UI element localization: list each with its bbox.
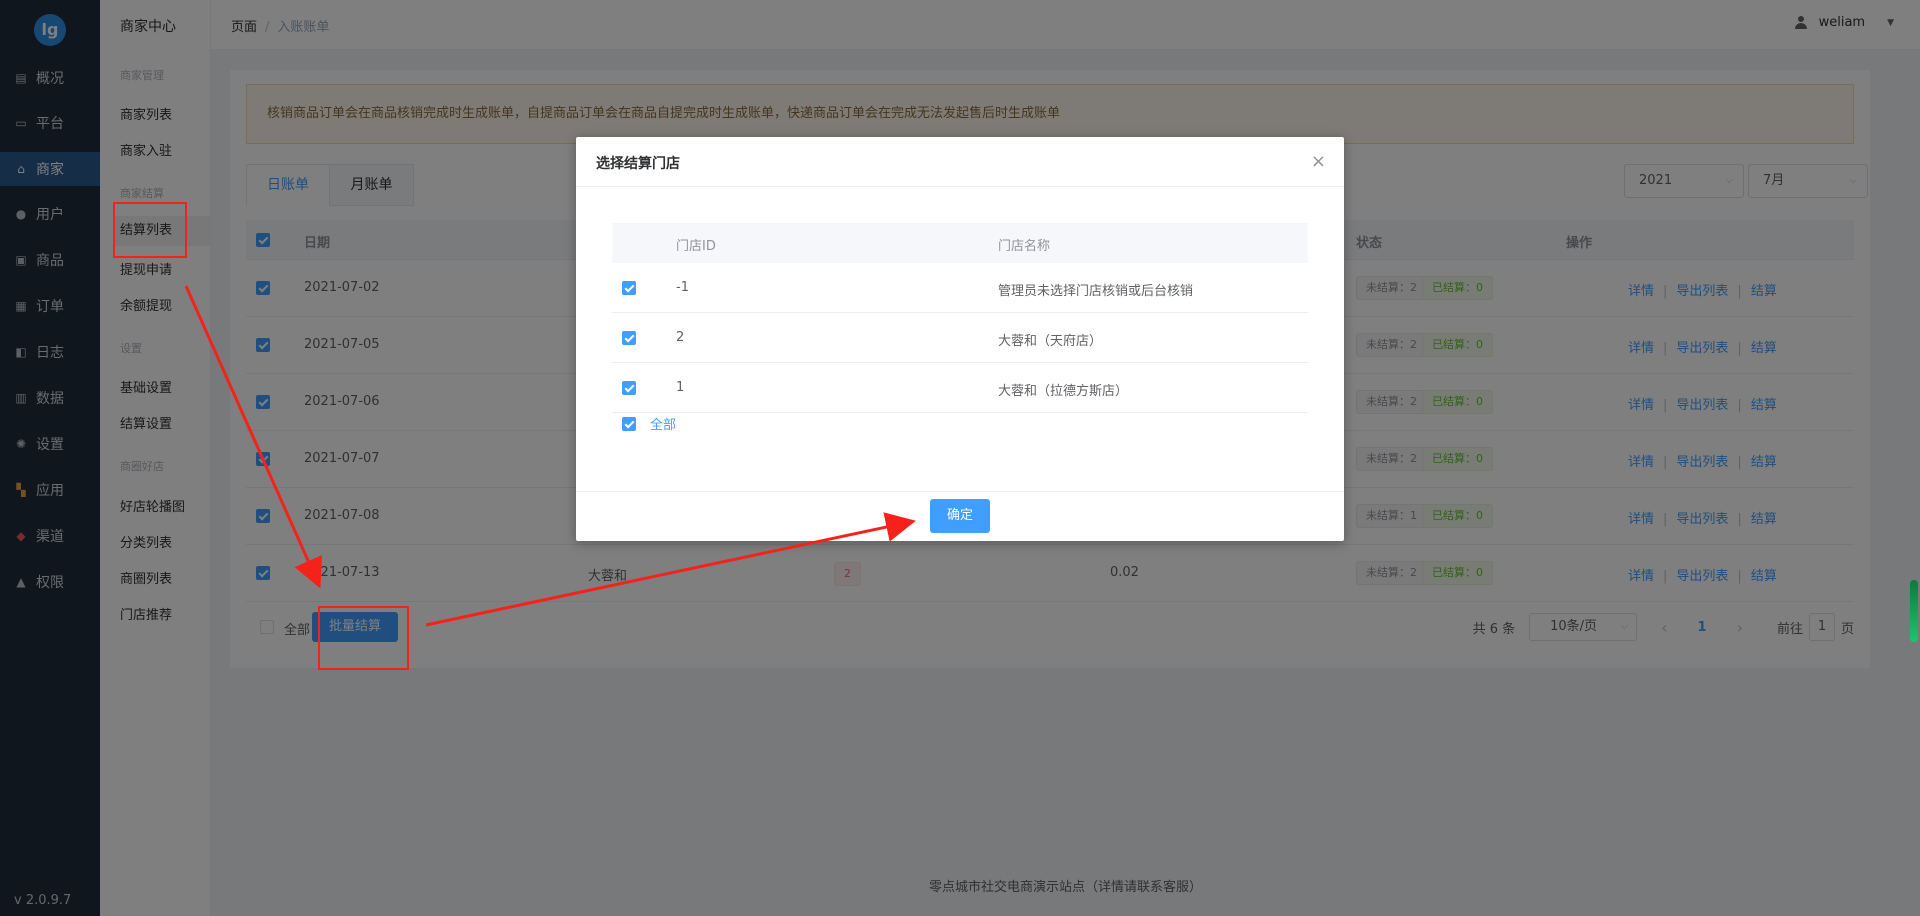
store-row: -1 管理员未选择门店核销或后台核销 <box>612 263 1308 313</box>
store-name: 大蓉和（拉德方斯店） <box>998 384 1129 399</box>
select-store-dialog: 选择结算门店 × 门店ID 门店名称 -1 管理员未选择门店核销或后台核销 2 … <box>576 137 1344 541</box>
annotation-box-batch-button <box>318 606 409 670</box>
store-row: 1 大蓉和（拉德方斯店） <box>612 363 1308 413</box>
store-id: 2 <box>676 330 685 345</box>
store-checkbox[interactable] <box>622 281 636 295</box>
annotation-box-settle-list <box>113 202 187 258</box>
store-id: -1 <box>676 280 689 295</box>
store-row: 2 大蓉和（天府店） <box>612 313 1308 363</box>
dialog-select-all[interactable]: 全部 <box>612 414 676 433</box>
dialog-select-all-checkbox[interactable] <box>622 416 636 431</box>
store-id: 1 <box>676 380 685 395</box>
dialog-select-all-label: 全部 <box>650 418 677 433</box>
store-table-header: 门店ID 门店名称 <box>612 223 1308 263</box>
scrollbar-thumb[interactable] <box>1910 580 1918 642</box>
confirm-button[interactable]: 确定 <box>930 499 990 533</box>
dialog-footer: 确定 <box>576 491 1344 541</box>
store-checkbox[interactable] <box>622 381 636 395</box>
store-name: 大蓉和（天府店） <box>998 334 1103 349</box>
close-icon[interactable]: × <box>1311 151 1326 172</box>
col-store-name: 门店名称 <box>998 239 1051 254</box>
col-store-id: 门店ID <box>676 239 716 254</box>
dialog-header: 选择结算门店 × <box>576 137 1344 187</box>
store-checkbox[interactable] <box>622 331 636 345</box>
dialog-title: 选择结算门店 <box>596 156 680 172</box>
store-table: 门店ID 门店名称 -1 管理员未选择门店核销或后台核销 2 大蓉和（天府店） … <box>612 223 1308 413</box>
store-name: 管理员未选择门店核销或后台核销 <box>998 284 1194 299</box>
